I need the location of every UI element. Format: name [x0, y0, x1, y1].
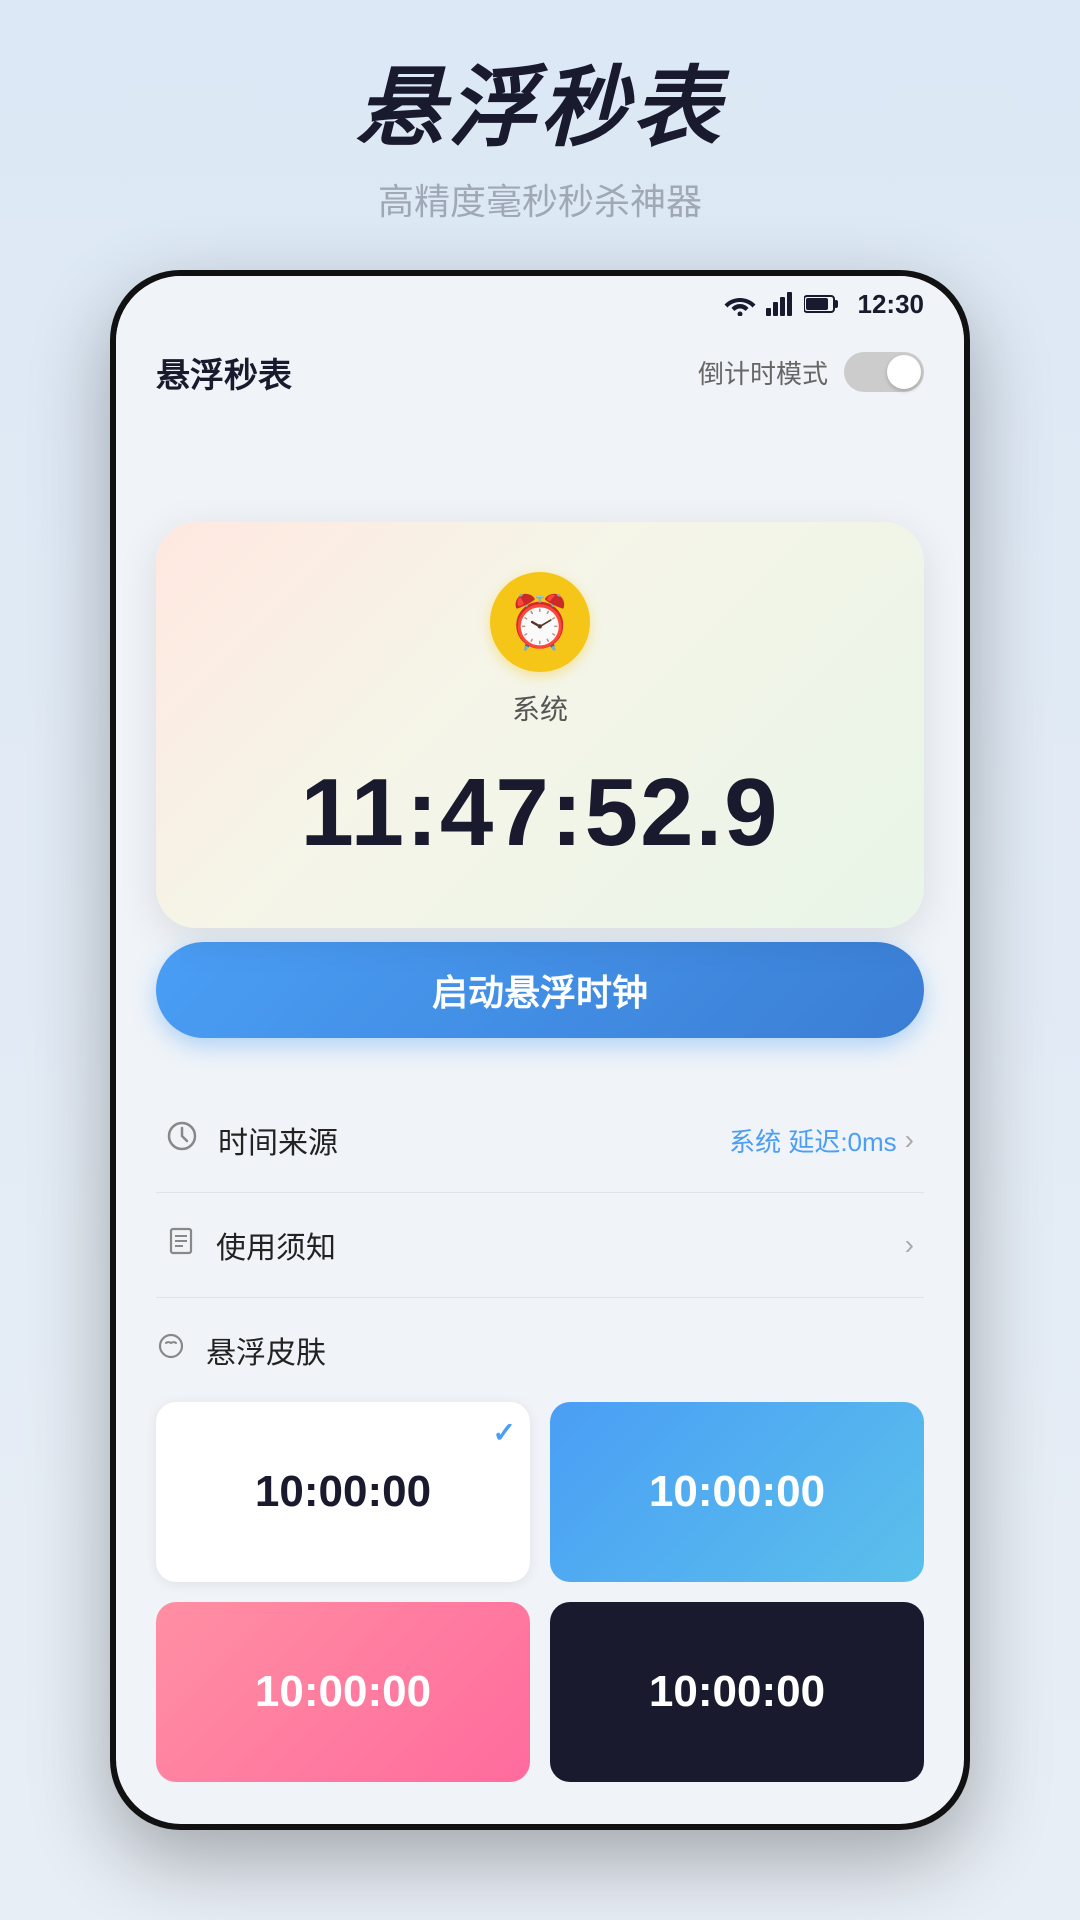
chevron-right-icon-2: › — [905, 1229, 914, 1261]
list-item-left: 时间来源 — [166, 1118, 338, 1162]
chevron-right-icon: › — [905, 1124, 914, 1156]
list-item-left-2: 使用须知 — [166, 1223, 336, 1267]
skin-section: 悬浮皮肤 ✓ 10:00:00 10:00:00 — [156, 1328, 924, 1782]
mode-label: 倒计时模式 — [698, 354, 828, 391]
status-icons: 12:30 — [724, 289, 925, 320]
skin-white[interactable]: ✓ 10:00:00 — [156, 1402, 530, 1582]
title-section: 悬浮秒表 高精度毫秒秒杀神器 — [0, 60, 1080, 225]
time-source-right: 系统 延迟:0ms › — [729, 1122, 914, 1159]
wifi-icon — [724, 292, 756, 316]
clock-list-icon — [166, 1120, 198, 1160]
status-time: 12:30 — [858, 289, 925, 320]
skin-white-time: 10:00:00 — [255, 1467, 431, 1517]
phone-screen: 12:30 悬浮秒表 倒计时模式 ⏰ 系统 11:47:52.9 — [116, 276, 964, 1824]
selected-check: ✓ — [493, 1416, 516, 1449]
scroll-content: 启动悬浮时钟 时间来源 系统 延迟:0ms — [116, 942, 964, 1824]
time-source-item[interactable]: 时间来源 系统 延迟:0ms › — [156, 1088, 924, 1193]
app-header: 悬浮秒表 倒计时模式 — [116, 332, 964, 412]
start-floating-clock-button[interactable]: 启动悬浮时钟 — [156, 942, 924, 1038]
skin-pink-time: 10:00:00 — [255, 1667, 431, 1717]
battery-icon — [804, 294, 840, 314]
time-source-label: 时间来源 — [218, 1118, 338, 1162]
usage-notice-label: 使用须知 — [216, 1223, 336, 1267]
skin-icon — [156, 1331, 186, 1369]
clock-icon: ⏰ — [508, 592, 573, 653]
start-button-label: 启动悬浮时钟 — [432, 964, 648, 1016]
app-title: 悬浮秒表 — [0, 60, 1080, 157]
time-source-value: 系统 延迟:0ms — [729, 1122, 897, 1159]
header-app-title: 悬浮秒表 — [156, 348, 292, 397]
phone-frame: 12:30 悬浮秒表 倒计时模式 ⏰ 系统 11:47:52.9 — [110, 270, 970, 1830]
signal-icon — [766, 292, 794, 316]
skin-dark-time: 10:00:00 — [649, 1667, 825, 1717]
header-right: 倒计时模式 — [698, 352, 924, 392]
skin-header: 悬浮皮肤 — [156, 1328, 924, 1372]
time-display: 11:47:52.9 — [300, 758, 779, 868]
clock-icon-wrap: ⏰ — [490, 572, 590, 672]
skin-dark[interactable]: 10:00:00 — [550, 1602, 924, 1782]
content-area: ⏰ 系统 11:47:52.9 启动悬浮时钟 — [116, 412, 964, 1824]
source-label: 系统 — [512, 688, 568, 728]
skin-pink[interactable]: 10:00:00 — [156, 1602, 530, 1782]
skin-blue-time: 10:00:00 — [649, 1467, 825, 1517]
status-bar: 12:30 — [116, 276, 964, 332]
skin-grid: ✓ 10:00:00 10:00:00 10:00:00 — [156, 1402, 924, 1782]
countdown-toggle[interactable] — [844, 352, 924, 392]
skin-section-label: 悬浮皮肤 — [206, 1328, 326, 1372]
usage-notice-right: › — [905, 1229, 914, 1261]
usage-notice-item[interactable]: 使用须知 › — [156, 1193, 924, 1298]
floating-card: ⏰ 系统 11:47:52.9 — [156, 522, 924, 928]
skin-blue[interactable]: 10:00:00 — [550, 1402, 924, 1582]
toggle-thumb — [887, 355, 921, 389]
doc-list-icon — [166, 1226, 196, 1264]
app-subtitle: 高精度毫秒秒杀神器 — [0, 173, 1080, 225]
